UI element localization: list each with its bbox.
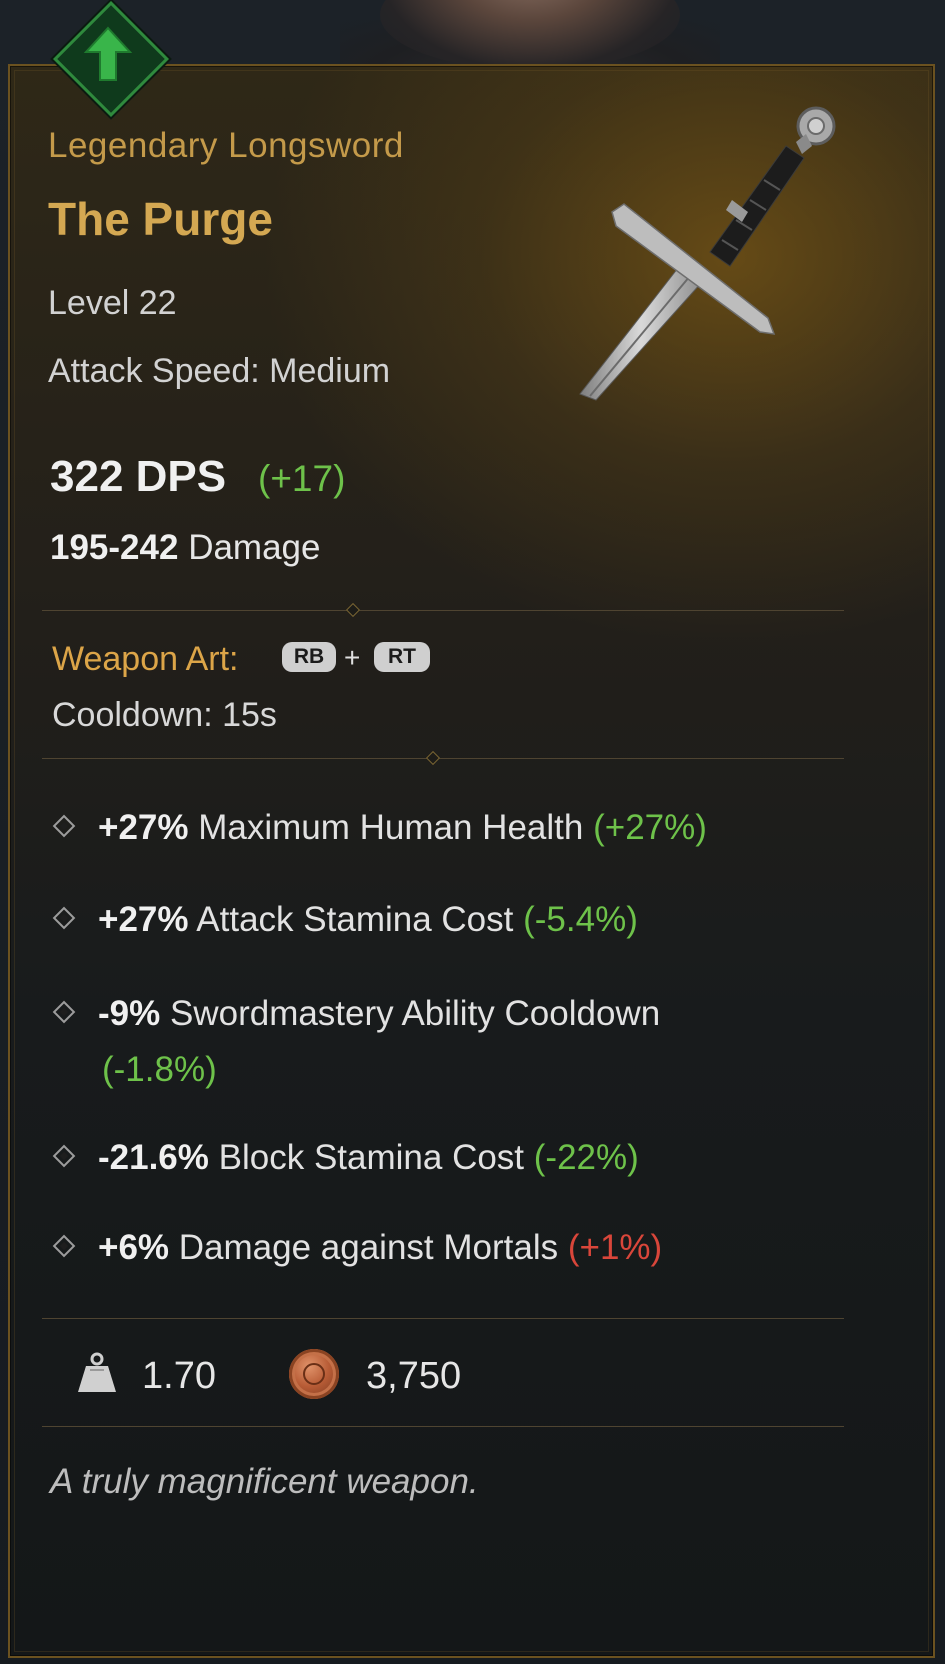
perk-row: +6% Damage against Mortals (+1%) — [98, 1230, 662, 1265]
perk-delta: (-22%) — [533, 1138, 639, 1177]
perk-delta: (-1.8%) — [102, 1050, 217, 1089]
rt-button-glyph: RT — [374, 642, 430, 672]
perk-value: +6% — [98, 1228, 170, 1267]
weapon-art-label: Weapon Art: — [52, 640, 239, 678]
perk-value: +27% — [98, 900, 189, 939]
section-divider — [42, 1318, 844, 1319]
perk-value: -9% — [98, 994, 161, 1033]
flavor-text: A truly magnificent weapon. — [50, 1462, 479, 1501]
section-divider — [42, 1426, 844, 1427]
perk-row: -21.6% Block Stamina Cost (-22%) — [98, 1140, 639, 1175]
rb-button-glyph: RB — [282, 642, 336, 672]
dps-value: 322 DPS — [50, 452, 227, 501]
perk-text: Swordmastery Ability Cooldown — [169, 994, 661, 1033]
item-price: 3,750 — [366, 1355, 462, 1397]
damage-label: Damage — [188, 528, 321, 567]
weapon-art-cooldown: Cooldown: 15s — [52, 696, 277, 734]
weight-icon — [78, 1352, 116, 1392]
perk-value: -21.6% — [98, 1138, 209, 1177]
item-name: The Purge — [48, 193, 273, 245]
attack-speed: Attack Speed: Medium — [48, 352, 391, 390]
coin-icon — [289, 1349, 339, 1399]
perk-row: -9% Swordmastery Ability Cooldown — [98, 996, 660, 1031]
item-tooltip-screen: Legendary Longsword The Purge Level 22 A… — [0, 0, 945, 1664]
perk-text: Maximum Human Health — [198, 808, 584, 847]
perk-row: +27% Attack Stamina Cost (-5.4%) — [98, 902, 638, 937]
perk-text: Attack Stamina Cost — [196, 900, 514, 939]
longsword-image — [579, 106, 836, 401]
item-weight: 1.70 — [142, 1355, 216, 1397]
damage-range: 195-242 Damage — [50, 530, 320, 565]
item-level: Level 22 — [48, 284, 177, 322]
perk-delta: (+27%) — [593, 808, 707, 847]
perk-delta: (+1%) — [567, 1228, 663, 1267]
perk-text: Damage against Mortals — [178, 1228, 559, 1267]
section-divider — [42, 602, 844, 618]
perk-value: +27% — [98, 808, 189, 847]
perk-text: Block Stamina Cost — [218, 1138, 525, 1177]
perk-delta: (-5.4%) — [523, 900, 638, 939]
coin-emblem — [303, 1363, 325, 1385]
section-divider — [42, 750, 844, 766]
perk-row-continuation: (-1.8%) — [102, 1052, 217, 1087]
button-combo-plus: + — [344, 642, 361, 673]
damage-range-value: 195-242 — [50, 528, 179, 567]
perk-row: +27% Maximum Human Health (+27%) — [98, 810, 707, 845]
up-arrow-icon — [83, 26, 133, 81]
item-rarity-type: Legendary Longsword — [48, 126, 404, 165]
dps-delta: (+17) — [258, 458, 346, 499]
